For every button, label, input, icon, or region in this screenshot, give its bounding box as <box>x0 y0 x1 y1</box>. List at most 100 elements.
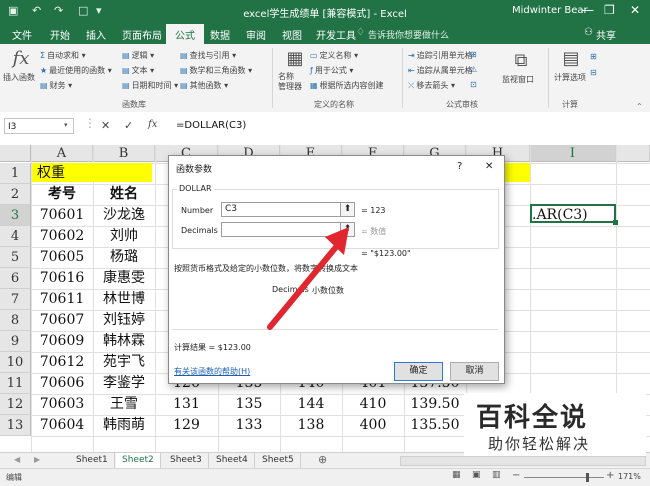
collapse-ribbon-icon[interactable]: ⌃ <box>636 102 643 111</box>
tab-developer[interactable]: 开发工具 <box>310 26 362 43</box>
cell[interactable]: 70616 <box>31 268 93 289</box>
help-button[interactable]: ? <box>457 161 462 172</box>
watch-window-icon[interactable]: ⧉ <box>506 50 536 71</box>
horizontal-scrollbar[interactable] <box>400 456 646 466</box>
zoom-level[interactable]: 171% <box>618 472 641 481</box>
tab-file[interactable]: 文件 <box>6 26 38 43</box>
cell[interactable]: 70602 <box>31 226 93 247</box>
cell[interactable]: 杨璐 <box>93 247 155 268</box>
more-functions-button[interactable]: ▤ 其他函数 ▾ <box>180 80 228 91</box>
cell[interactable]: 129 <box>155 415 218 436</box>
watch-window-label[interactable]: 监视窗口 <box>502 74 534 85</box>
financial-button[interactable]: ▤ 财务 ▾ <box>40 80 72 91</box>
cell[interactable]: 康惠雯 <box>93 268 155 289</box>
cancel-button[interactable]: 取消 <box>450 362 499 381</box>
autosum-button[interactable]: Σ 自动求和 ▾ <box>40 50 86 61</box>
calculate-sheet-icon[interactable]: ⊟ <box>590 68 597 77</box>
cell[interactable]: 刘帅 <box>93 226 155 247</box>
cell[interactable]: 苑宇飞 <box>93 352 155 373</box>
tab-data[interactable]: 数据 <box>204 26 236 43</box>
cell[interactable]: 韩雨萌 <box>93 415 155 436</box>
cell[interactable]: 70603 <box>31 394 93 415</box>
function-help-link[interactable]: 有关该函数的帮助(H) <box>174 366 250 377</box>
calc-options-label[interactable]: 计算选项 <box>554 72 586 83</box>
cell[interactable]: 姓名 <box>93 184 155 205</box>
row-header[interactable]: 5 <box>0 247 31 268</box>
create-from-selection-button[interactable]: ▦ 根据所选内容创建 <box>310 80 384 91</box>
cell[interactable]: 139.50 <box>404 394 466 415</box>
logical-button[interactable]: ▤ 逻辑 ▾ <box>122 50 154 61</box>
row-header[interactable]: 2 <box>0 184 31 205</box>
remove-arrows-button[interactable]: ⤫ 移去箭头 ▾ <box>408 80 455 91</box>
cell[interactable]: .AR(C3) <box>530 205 616 226</box>
tell-me-input[interactable]: 告诉我你想要做什么 <box>368 28 449 41</box>
name-manager-icon[interactable]: ▦ <box>280 48 310 69</box>
page-layout-view-icon[interactable]: ▣ <box>472 470 481 480</box>
zoom-in-icon[interactable]: + <box>606 470 614 481</box>
name-manager-label[interactable]: 名称 管理器 <box>278 72 302 92</box>
cell[interactable]: 王雪 <box>93 394 155 415</box>
row-header[interactable]: 3 <box>0 205 31 226</box>
sheet-tab-4[interactable]: Sheet4 <box>210 453 255 468</box>
tab-insert[interactable]: 插入 <box>80 26 112 43</box>
cell[interactable]: 70611 <box>31 289 93 310</box>
enter-icon[interactable]: ✓ <box>124 119 133 132</box>
cell[interactable]: 131 <box>155 394 218 415</box>
trace-dependents-button[interactable]: ⇤ 追踪从属单元格 <box>408 65 473 76</box>
row-header[interactable]: 1 <box>0 163 31 184</box>
column-header[interactable]: A <box>31 145 93 162</box>
row-header[interactable]: 6 <box>0 268 31 289</box>
zoom-out-icon[interactable]: − <box>512 470 520 481</box>
row-header[interactable]: 4 <box>0 226 31 247</box>
row-header[interactable]: 11 <box>0 373 31 394</box>
cell[interactable]: 70606 <box>31 373 93 394</box>
sheet-tab-1[interactable]: Sheet1 <box>70 453 115 468</box>
cell[interactable]: 138 <box>280 415 342 436</box>
tab-view[interactable]: 视图 <box>276 26 308 43</box>
restore-icon[interactable]: ❐ <box>604 3 615 17</box>
cell[interactable]: 考号 <box>31 184 93 205</box>
row-header[interactable]: 13 <box>0 415 31 436</box>
zoom-slider-thumb[interactable] <box>586 473 589 482</box>
normal-view-icon[interactable]: ▦ <box>452 470 461 480</box>
share-button[interactable]: 共享 <box>596 27 616 42</box>
row-header[interactable]: 9 <box>0 331 31 352</box>
cell[interactable]: 410 <box>342 394 404 415</box>
datetime-button[interactable]: ▤ 日期和时间 ▾ <box>122 80 178 91</box>
insert-function-fx-icon[interactable]: fx <box>148 119 157 130</box>
cell[interactable]: 70609 <box>31 331 93 352</box>
cell[interactable]: 70607 <box>31 310 93 331</box>
define-name-button[interactable]: ▭ 定义名称 ▾ <box>310 50 358 61</box>
minimize-icon[interactable]: — <box>582 3 594 17</box>
error-check-icon[interactable]: ⚠ <box>470 65 477 74</box>
lookup-button[interactable]: ▤ 查找与引用 ▾ <box>180 50 236 61</box>
insert-function-icon[interactable]: fx <box>6 48 36 69</box>
cell[interactable]: 韩林霖 <box>93 331 155 352</box>
tab-home[interactable]: 开始 <box>44 26 76 43</box>
recent-functions-button[interactable]: ★ 最近使用的函数 ▾ <box>40 65 112 76</box>
tab-page-layout[interactable]: 页面布局 <box>116 26 168 43</box>
math-button[interactable]: ▤ 数学和三角函数 ▾ <box>180 65 252 76</box>
text-button[interactable]: ▤ 文本 ▾ <box>122 65 154 76</box>
calculate-now-icon[interactable]: ⊞ <box>590 52 597 61</box>
column-header[interactable]: I <box>530 145 616 162</box>
trace-precedents-button[interactable]: ⇥ 追踪引用单元格 <box>408 50 473 61</box>
cell[interactable]: 133 <box>218 415 280 436</box>
row-header[interactable]: 12 <box>0 394 31 415</box>
scroll-left-icon[interactable]: ◀ <box>14 455 20 464</box>
tab-formulas[interactable]: 公式 <box>166 24 204 46</box>
cell[interactable]: 权重 <box>31 163 93 184</box>
select-all-corner[interactable] <box>0 145 31 162</box>
sheet-tab-3[interactable]: Sheet3 <box>164 453 209 468</box>
cell[interactable]: 刘钰婷 <box>93 310 155 331</box>
cell[interactable]: 70612 <box>31 352 93 373</box>
zoom-slider[interactable] <box>524 477 604 478</box>
cell[interactable]: 林世博 <box>93 289 155 310</box>
use-in-formula-button[interactable]: ƒ 用于公式 ▾ <box>310 65 353 76</box>
row-header[interactable]: 10 <box>0 352 31 373</box>
formula-input[interactable]: =DOLLAR(C3) <box>176 120 246 131</box>
cell[interactable]: 李鉴学 <box>93 373 155 394</box>
show-formulas-icon[interactable]: ⊞ <box>470 50 477 59</box>
cell[interactable]: 144 <box>280 394 342 415</box>
insert-function-label[interactable]: 插入函数 <box>3 72 35 83</box>
